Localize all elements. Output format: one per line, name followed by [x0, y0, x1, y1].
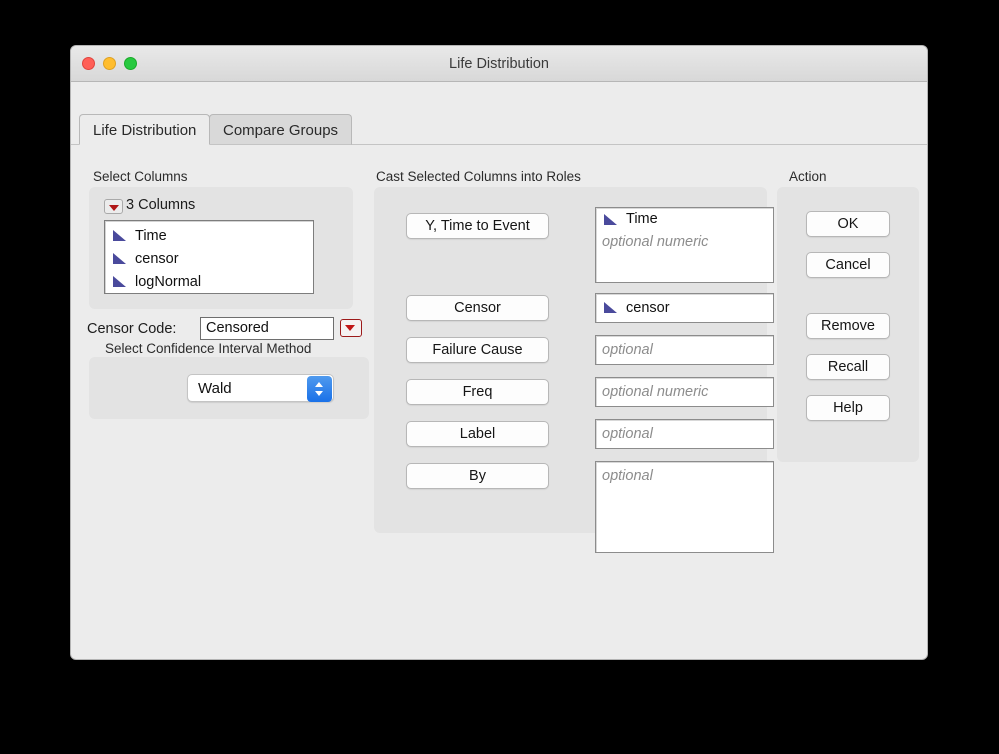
- dialog-body: Select Columns 3 Columns Time censor log…: [71, 145, 927, 659]
- remove-button[interactable]: Remove: [806, 313, 890, 339]
- columns-disclosure-button[interactable]: [104, 199, 123, 214]
- list-item[interactable]: censor: [105, 248, 313, 271]
- dropzone-hint: optional: [602, 342, 653, 358]
- dropzone-censor[interactable]: censor: [595, 293, 774, 323]
- censor-code-label: Censor Code:: [87, 321, 177, 337]
- chevron-up-icon: [315, 382, 323, 387]
- dropzone-hint: optional: [602, 468, 653, 484]
- column-name: censor: [135, 251, 179, 267]
- assigned-column-name: Time: [626, 211, 658, 227]
- censor-code-input[interactable]: Censored: [200, 317, 334, 340]
- window-title: Life Distribution: [449, 56, 549, 72]
- confidence-interval-panel: Wald: [89, 357, 369, 419]
- dropzone-hint: optional numeric: [602, 234, 709, 250]
- role-button-label[interactable]: Label: [406, 421, 549, 447]
- roles-panel: Y, Time to Event Time optional numeric C…: [374, 187, 774, 553]
- role-button-censor[interactable]: Censor: [406, 295, 549, 321]
- role-button-by[interactable]: By: [406, 463, 549, 489]
- window-titlebar: Life Distribution: [71, 46, 927, 82]
- tab-compare-groups[interactable]: Compare Groups: [209, 114, 353, 145]
- confidence-interval-method-label: Select Confidence Interval Method: [105, 341, 312, 356]
- continuous-triangle-icon: [604, 214, 617, 225]
- assigned-column-name: censor: [626, 300, 670, 316]
- assigned-column[interactable]: Time: [596, 208, 773, 231]
- assigned-column[interactable]: censor: [596, 294, 773, 322]
- help-button[interactable]: Help: [806, 395, 890, 421]
- dropzone-label[interactable]: optional: [595, 419, 774, 449]
- dropzone-hint: optional numeric: [602, 384, 709, 400]
- tab-life-distribution[interactable]: Life Distribution: [79, 114, 211, 145]
- cancel-button[interactable]: Cancel: [806, 252, 890, 278]
- role-button-failure-cause[interactable]: Failure Cause: [406, 337, 549, 363]
- list-item[interactable]: Time: [105, 225, 313, 248]
- select-columns-panel: 3 Columns Time censor logNormal: [89, 187, 353, 309]
- confidence-interval-select[interactable]: Wald: [187, 374, 334, 402]
- action-panel: OK Cancel Remove Recall Help: [777, 187, 919, 462]
- red-triangle-icon: [109, 205, 119, 211]
- continuous-triangle-icon: [113, 253, 126, 264]
- red-triangle-menu-icon: [345, 325, 355, 331]
- columns-listbox[interactable]: Time censor logNormal: [104, 220, 314, 294]
- censor-code-menu-button[interactable]: [340, 319, 362, 337]
- dropzone-y-time-to-event[interactable]: Time optional numeric: [595, 207, 774, 283]
- dropzone-freq[interactable]: optional numeric: [595, 377, 774, 407]
- select-columns-label: Select Columns: [93, 169, 188, 184]
- continuous-triangle-icon: [113, 230, 126, 241]
- confidence-interval-value: Wald: [198, 380, 232, 397]
- continuous-triangle-icon: [604, 302, 617, 313]
- ok-button[interactable]: OK: [806, 211, 890, 237]
- chevron-down-icon: [315, 391, 323, 396]
- column-name: logNormal: [135, 274, 202, 290]
- dropzone-by[interactable]: optional: [595, 461, 774, 553]
- role-button-freq[interactable]: Freq: [406, 379, 549, 405]
- column-name: Time: [135, 228, 167, 244]
- tabstrip: Life Distribution Compare Groups: [71, 107, 927, 145]
- action-label: Action: [789, 169, 827, 184]
- life-distribution-window: Life Distribution Life Distribution Comp…: [70, 45, 928, 660]
- list-item[interactable]: logNormal: [105, 271, 313, 294]
- columns-count-label: 3 Columns: [126, 197, 196, 213]
- recall-button[interactable]: Recall: [806, 354, 890, 380]
- roles-label: Cast Selected Columns into Roles: [376, 169, 581, 184]
- dropzone-failure-cause[interactable]: optional: [595, 335, 774, 365]
- dropzone-hint: optional: [602, 426, 653, 442]
- role-button-y-time-to-event[interactable]: Y, Time to Event: [406, 213, 549, 239]
- continuous-triangle-icon: [113, 276, 126, 287]
- stepper-arrows-icon[interactable]: [307, 376, 332, 402]
